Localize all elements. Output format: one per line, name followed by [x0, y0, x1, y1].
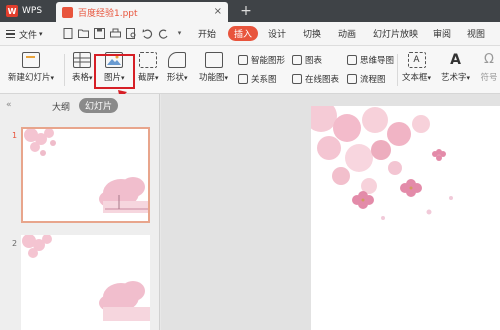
tab-animation[interactable]: 动画	[338, 27, 356, 40]
symbol-button[interactable]: Ω 符号	[480, 52, 498, 83]
wps-home-tab[interactable]: W WPS	[0, 0, 55, 22]
flow-chart-label: 流程图	[360, 75, 386, 85]
smart-graphic-label: 智能图形	[251, 56, 286, 66]
chart-button[interactable]: 图表	[292, 54, 322, 66]
new-slide-label: 新建幻灯片	[8, 73, 51, 83]
mind-map-button[interactable]: 思维导图	[347, 54, 394, 66]
symbol-label: 符号	[480, 73, 498, 83]
chevron-down-icon: ▾	[89, 74, 93, 82]
chevron-down-icon: ▾	[39, 30, 43, 38]
relation-chart-icon	[238, 74, 248, 84]
chart-label: 图表	[305, 56, 323, 66]
shape-button[interactable]: 形状▾	[167, 52, 188, 83]
chart-icon	[292, 55, 302, 65]
screenshot-button[interactable]: 截屏▾	[138, 52, 159, 83]
chevron-down-icon: ▾	[184, 74, 188, 82]
print-preview-icon[interactable]	[126, 28, 137, 39]
ppt-file-icon	[62, 6, 73, 18]
chevron-down-icon: ▾	[50, 74, 55, 82]
table-icon	[73, 52, 92, 68]
new-slide-button[interactable]: 新建幻灯片▾	[8, 52, 54, 83]
function-chart-button[interactable]: 功能图▾	[199, 52, 228, 83]
online-chart-icon	[292, 74, 302, 84]
word-art-button[interactable]: A 艺术字▾	[441, 52, 470, 83]
slide-thumbnail-2[interactable]	[21, 235, 150, 330]
file-menu[interactable]: 文件 ▾	[6, 26, 43, 42]
ribbon-divider	[64, 54, 65, 86]
collapse-pane-icon[interactable]: «	[6, 100, 12, 110]
relation-chart-label: 关系图	[251, 75, 277, 85]
chevron-down-icon: ▾	[427, 74, 432, 82]
table-button[interactable]: 表格▾	[72, 52, 93, 83]
new-tab-button[interactable]: +	[236, 2, 256, 20]
floral-background-image	[311, 106, 453, 220]
shape-label: 形状	[167, 73, 185, 83]
ribbon-divider	[397, 54, 398, 86]
file-menu-label: 文件	[19, 30, 38, 41]
chevron-down-icon: ▾	[224, 74, 229, 82]
slide-number: 2	[12, 239, 18, 248]
tab-transition[interactable]: 切换	[303, 27, 321, 40]
document-title: 百度经验1.ppt	[78, 8, 138, 19]
table-label: 表格	[72, 73, 90, 83]
scissors-icon	[139, 52, 158, 68]
save-icon[interactable]	[94, 28, 105, 39]
redo-icon[interactable]	[158, 28, 169, 39]
slide-number: 1	[12, 131, 18, 140]
tab-home[interactable]: 开始	[198, 27, 216, 40]
relation-chart-button[interactable]: 关系图	[238, 73, 277, 85]
floral-thumbnail-image	[24, 129, 148, 213]
online-chart-label: 在线图表	[305, 75, 340, 85]
document-tab[interactable]: 百度经验1.ppt ×	[56, 2, 228, 22]
current-slide[interactable]	[311, 106, 500, 330]
function-chart-label: 功能图	[199, 73, 225, 83]
shape-icon	[168, 52, 187, 68]
symbol-icon: Ω	[484, 52, 494, 67]
tab-slideshow[interactable]: 幻灯片放映	[373, 27, 418, 40]
flow-chart-button[interactable]: 流程图	[347, 73, 386, 85]
menu-icon	[6, 30, 15, 38]
slide-thumbnail-1[interactable]	[21, 127, 150, 223]
open-folder-icon[interactable]	[78, 28, 89, 39]
tab-outline[interactable]: 大纲	[52, 100, 70, 113]
word-art-label: 艺术字	[441, 73, 467, 83]
smart-graphic-button[interactable]: 智能图形	[238, 54, 285, 66]
flow-chart-icon	[347, 74, 357, 84]
picture-highlight-box	[94, 54, 135, 89]
word-art-icon: A	[450, 52, 461, 68]
chevron-down-icon[interactable]: ▾	[174, 28, 185, 39]
chevron-down-icon: ▾	[155, 74, 159, 82]
app-name: WPS	[22, 6, 43, 16]
text-box-button[interactable]: A 文本框▾	[402, 52, 431, 83]
floral-thumbnail-image	[22, 235, 150, 321]
new-slide-icon	[22, 52, 41, 68]
tab-insert[interactable]: 插入	[228, 26, 259, 41]
wps-logo-icon: W	[6, 5, 18, 17]
slide-editing-canvas[interactable]	[161, 94, 500, 330]
screenshot-label: 截屏	[138, 73, 156, 83]
slide-navigation-pane: « 大纲 幻灯片 1 2	[0, 94, 160, 330]
title-bar: W WPS 百度经验1.ppt × +	[0, 0, 500, 22]
mind-map-icon	[347, 55, 357, 65]
online-chart-button[interactable]: 在线图表	[292, 73, 339, 85]
tab-review[interactable]: 审阅	[433, 27, 451, 40]
new-file-icon[interactable]	[62, 28, 73, 39]
ribbon: 新建幻灯片▾ 表格▾ 图片▾ 截屏▾ 形状▾ 功能图▾ 智能图形 图表 思维导图	[0, 46, 500, 94]
mind-map-label: 思维导图	[360, 56, 395, 66]
function-chart-icon	[204, 52, 223, 68]
pane-tabs: « 大纲 幻灯片	[0, 94, 160, 116]
chevron-down-icon: ▾	[466, 74, 471, 82]
close-tab-icon[interactable]: ×	[214, 6, 222, 17]
tab-view[interactable]: 视图	[467, 27, 485, 40]
text-box-label: 文本框	[402, 73, 428, 83]
tab-design[interactable]: 设计	[268, 27, 286, 40]
menu-bar: 文件 ▾ ▾ 开始 插入 设计 切换 动画 幻灯片放映 审阅 视图	[0, 22, 500, 46]
undo-icon[interactable]	[142, 28, 153, 39]
smart-graphic-icon	[238, 55, 248, 65]
print-icon[interactable]	[110, 28, 121, 39]
text-box-icon: A	[407, 52, 426, 68]
tab-slides[interactable]: 幻灯片	[79, 98, 119, 113]
